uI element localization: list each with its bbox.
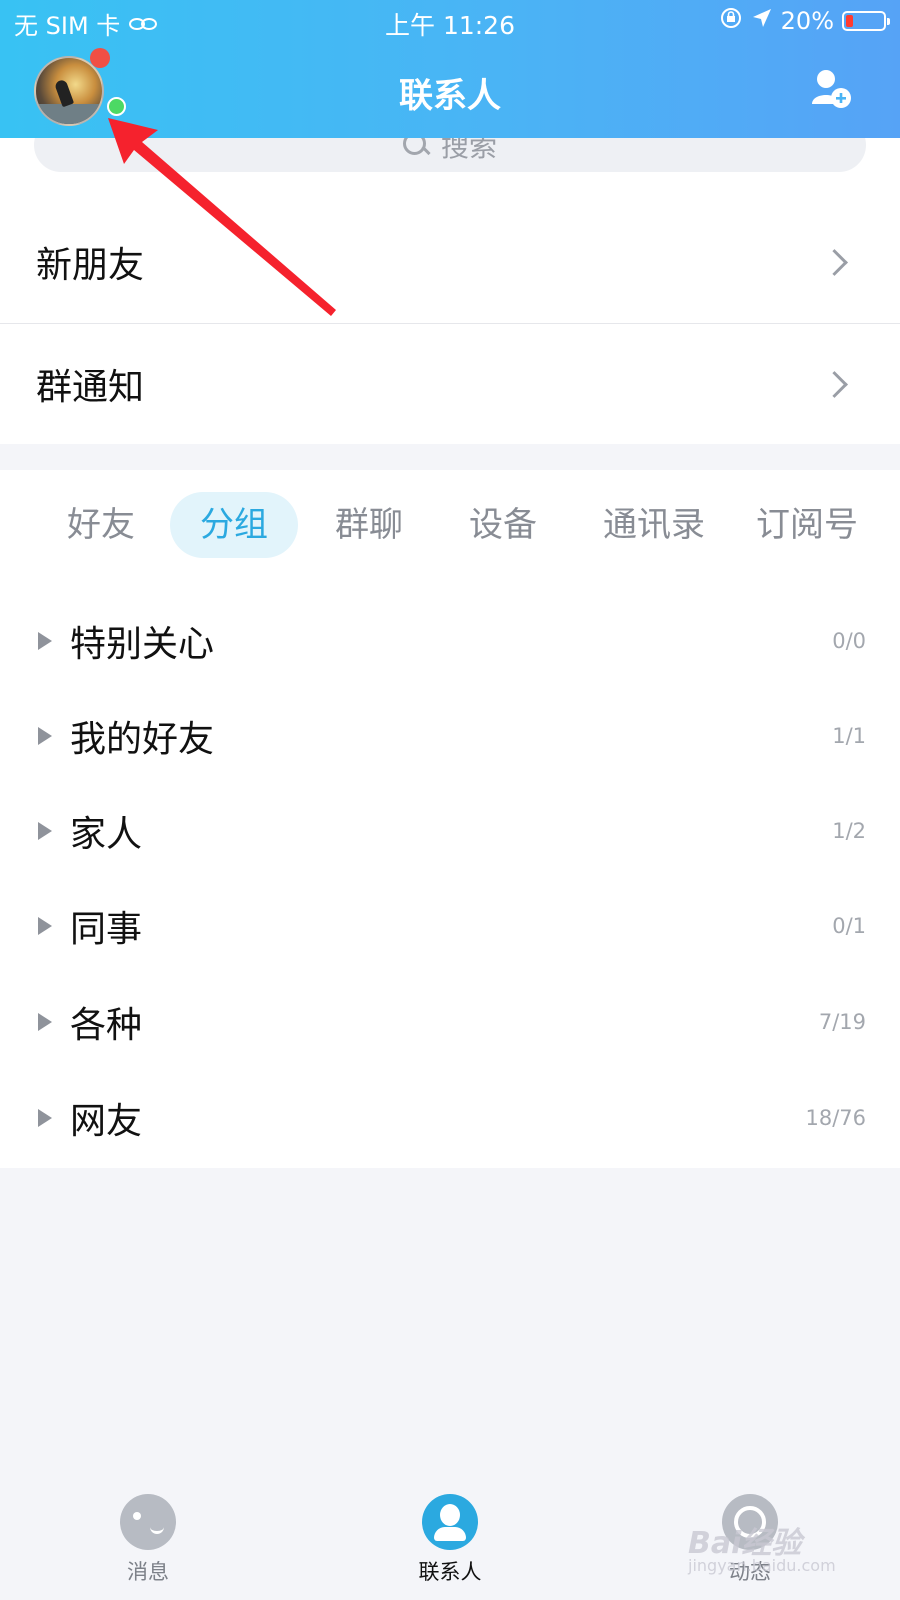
chevron-right-icon bbox=[821, 370, 848, 398]
tab-subscriptions[interactable]: 订阅号 bbox=[756, 492, 900, 558]
group-row[interactable]: 同事 0/1 bbox=[0, 878, 900, 974]
watermark-url: jingyan.baidu.com bbox=[688, 1556, 836, 1575]
new-friends-label: 新朋友 bbox=[36, 245, 145, 286]
message-icon bbox=[120, 1494, 176, 1550]
tabbar-messages[interactable]: 消息 bbox=[88, 1494, 208, 1586]
group-row[interactable]: 家人 1/2 bbox=[0, 783, 900, 879]
add-friend-button[interactable] bbox=[810, 68, 852, 110]
tab-group-chats[interactable]: 群聊 bbox=[312, 492, 426, 558]
group-row[interactable]: 特别关心 0/0 bbox=[0, 593, 900, 689]
contacts-icon bbox=[422, 1494, 478, 1550]
group-count: 7/19 bbox=[818, 1010, 866, 1034]
group-count: 0/0 bbox=[832, 629, 866, 653]
tabbar-label: 消息 bbox=[127, 1560, 169, 1584]
group-name: 我的好友 bbox=[70, 719, 215, 760]
group-row[interactable]: 各种 7/19 bbox=[0, 974, 900, 1070]
group-row[interactable]: 网友 18/76 bbox=[0, 1070, 900, 1166]
contact-tabs: 好友 分组 群聊 设备 通讯录 订阅号 bbox=[0, 492, 900, 564]
tabbar-label: 联系人 bbox=[418, 1560, 482, 1584]
expand-triangle-icon bbox=[38, 917, 52, 935]
group-count: 0/1 bbox=[832, 914, 866, 938]
group-count: 18/76 bbox=[805, 1106, 866, 1130]
group-count: 1/2 bbox=[832, 819, 866, 843]
rotation-lock-icon bbox=[719, 6, 743, 36]
group-name: 网友 bbox=[70, 1101, 143, 1142]
app-header: 无 SIM 卡 上午 11:26 20% 联系人 bbox=[0, 0, 900, 138]
status-right: 20% bbox=[719, 6, 890, 36]
expand-triangle-icon bbox=[38, 1013, 52, 1031]
location-icon bbox=[751, 7, 773, 35]
group-name: 家人 bbox=[70, 814, 143, 855]
battery-icon bbox=[842, 11, 890, 31]
expand-triangle-icon bbox=[38, 1109, 52, 1127]
group-name: 特别关心 bbox=[70, 624, 215, 665]
new-friends-row[interactable]: 新朋友 bbox=[0, 202, 900, 322]
group-count: 1/1 bbox=[832, 724, 866, 748]
expand-triangle-icon bbox=[38, 822, 52, 840]
tabbar-contacts[interactable]: 联系人 bbox=[390, 1494, 510, 1586]
tab-groups[interactable]: 分组 bbox=[170, 492, 298, 558]
battery-percent: 20% bbox=[780, 7, 834, 35]
page-title: 联系人 bbox=[399, 76, 501, 116]
group-name: 各种 bbox=[70, 1005, 143, 1046]
expand-triangle-icon bbox=[38, 727, 52, 745]
notification-dot bbox=[90, 48, 110, 68]
tab-friends[interactable]: 好友 bbox=[44, 492, 158, 558]
group-notice-row[interactable]: 群通知 bbox=[0, 324, 900, 444]
chevron-right-icon bbox=[821, 248, 848, 276]
add-person-icon bbox=[812, 70, 851, 108]
group-row[interactable]: 我的好友 1/1 bbox=[0, 688, 900, 784]
tab-address-book[interactable]: 通讯录 bbox=[582, 492, 726, 558]
group-name: 同事 bbox=[70, 909, 143, 950]
tab-devices[interactable]: 设备 bbox=[446, 492, 560, 558]
group-notice-label: 群通知 bbox=[36, 367, 145, 408]
expand-triangle-icon bbox=[38, 632, 52, 650]
battery-level bbox=[846, 15, 853, 27]
